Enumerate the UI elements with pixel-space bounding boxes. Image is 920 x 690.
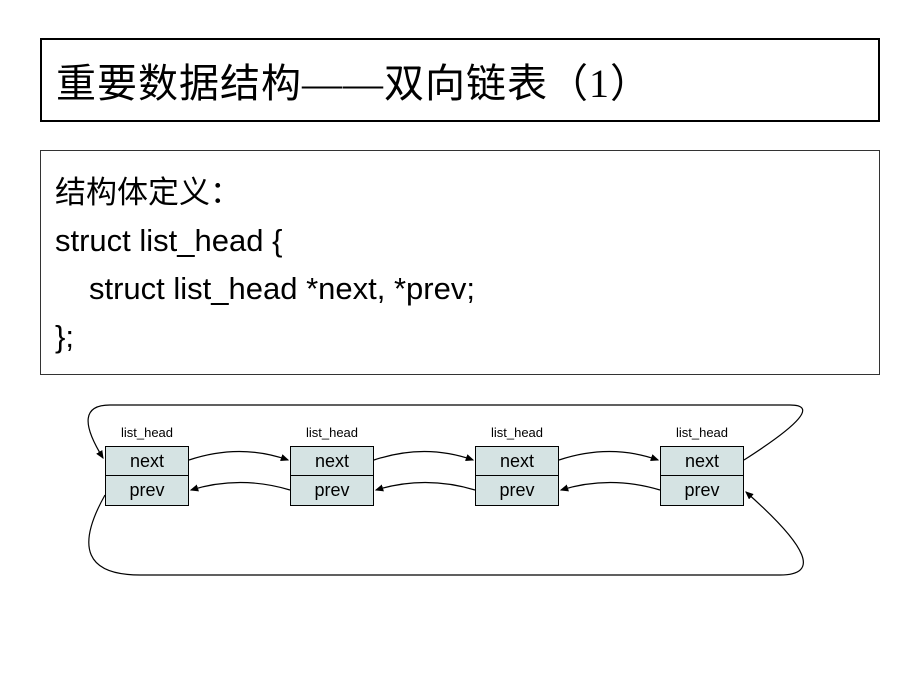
code-definition-box: 结构体定义： struct list_head { struct list_he…: [40, 150, 880, 375]
next-field: next: [475, 446, 559, 476]
page-title: 重要数据结构——双向链表（1）: [56, 51, 651, 109]
prev-field: prev: [660, 476, 744, 506]
code-line-3: };: [55, 313, 865, 361]
list-node: list_head next prev: [290, 425, 374, 506]
prev-field: prev: [475, 476, 559, 506]
next-field: next: [290, 446, 374, 476]
list-node: list_head next prev: [105, 425, 189, 506]
next-field: next: [660, 446, 744, 476]
linked-list-diagram: list_head next prev list_head next prev …: [40, 395, 880, 625]
node-type-label: list_head: [660, 425, 744, 440]
code-line-2: struct list_head *next, *prev;: [55, 265, 865, 313]
node-type-label: list_head: [475, 425, 559, 440]
code-line-1: struct list_head {: [55, 217, 865, 265]
node-type-label: list_head: [290, 425, 374, 440]
prev-field: prev: [105, 476, 189, 506]
list-node: list_head next prev: [660, 425, 744, 506]
node-type-label: list_head: [105, 425, 189, 440]
definition-heading: 结构体定义：: [55, 169, 865, 217]
prev-field: prev: [290, 476, 374, 506]
title-container: 重要数据结构——双向链表（1）: [40, 38, 880, 122]
next-field: next: [105, 446, 189, 476]
list-node: list_head next prev: [475, 425, 559, 506]
